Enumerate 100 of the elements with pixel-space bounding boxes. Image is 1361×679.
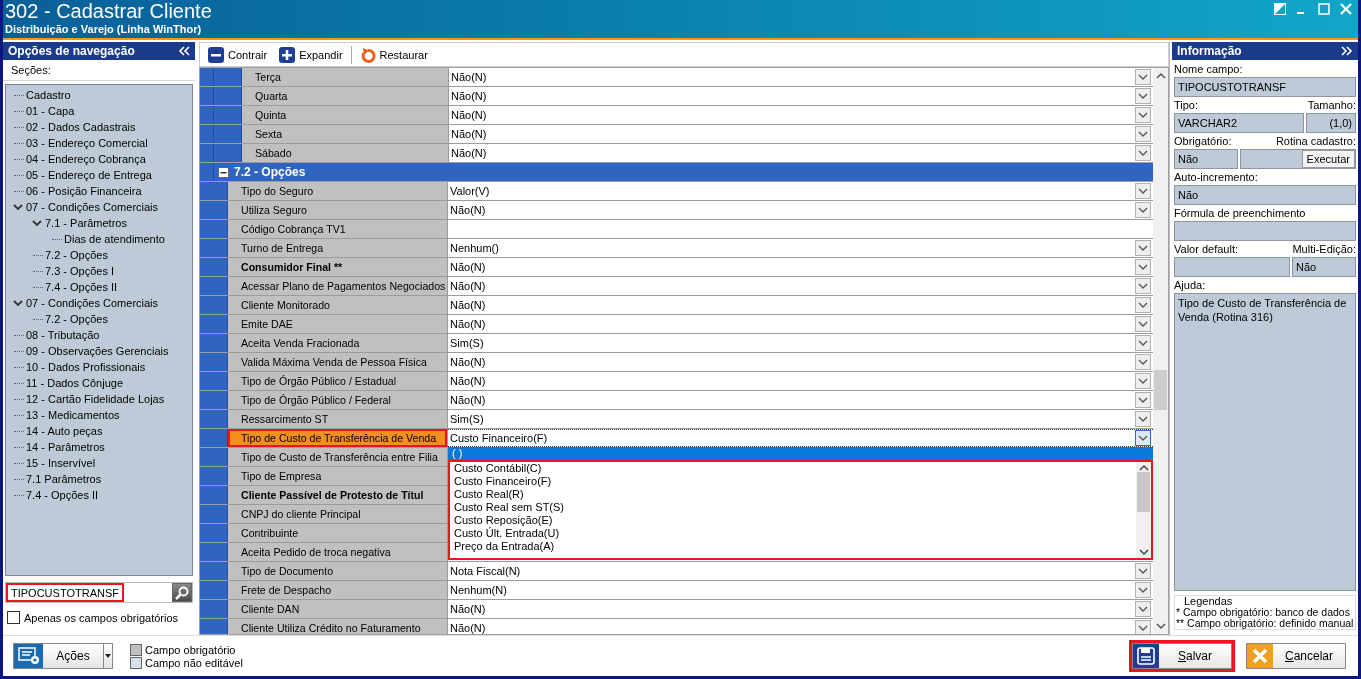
save-button[interactable]: Salvar (1132, 643, 1232, 669)
tree-item[interactable]: 03 - Endereço Comercial (26, 137, 148, 149)
property-label[interactable]: Sábado (242, 144, 448, 162)
tree-item[interactable]: 14 - Auto peças (26, 425, 103, 437)
tree-item[interactable]: 7.2 - Opções (45, 249, 108, 261)
scroll-up-icon[interactable] (1155, 72, 1166, 80)
tree-item[interactable]: 01 - Capa (26, 105, 75, 117)
dropdown-button[interactable] (1135, 620, 1151, 634)
property-value[interactable]: Sim(S) (450, 413, 484, 425)
toolbar-button[interactable]: Contrair (204, 46, 272, 63)
property-value[interactable]: Nota Fiscal(N) (450, 565, 521, 577)
actions-button[interactable]: Ações (13, 643, 113, 669)
property-value[interactable]: Nenhum() (450, 242, 499, 254)
cancel-button[interactable]: Cancelar (1246, 643, 1346, 669)
dropdown-option[interactable]: Custo Últ. Entrada(U) (450, 527, 1136, 540)
dropdown-option[interactable]: ( ) (448, 447, 1153, 460)
property-value[interactable]: Não(N) (450, 261, 486, 273)
property-value[interactable]: Não(N) (450, 318, 486, 330)
property-label[interactable]: Tipo do Seguro (228, 182, 447, 200)
dropdown-button[interactable] (1135, 202, 1151, 218)
dropdown-button[interactable] (1135, 145, 1151, 161)
dropdown-button[interactable] (1135, 582, 1151, 598)
property-label[interactable]: Aceita Pedido de troca negativa (228, 543, 447, 561)
property-value[interactable]: Não(N) (450, 394, 486, 406)
property-value[interactable]: Não(N) (451, 128, 487, 140)
property-value[interactable]: Sim(S) (450, 337, 484, 349)
tree-item[interactable]: 11 - Dados Cônjuge (26, 377, 124, 389)
dropdown-button[interactable] (1135, 316, 1151, 332)
property-value[interactable]: Nenhum(N) (450, 584, 507, 596)
property-label[interactable]: Cliente Passível de Protesto de Títul (228, 486, 447, 504)
tree-item[interactable]: 7.1 - Parâmetros (45, 217, 127, 229)
dropdown-button[interactable] (1135, 259, 1151, 275)
property-label[interactable]: CNPJ do cliente Principal (228, 505, 447, 523)
dropdown-option[interactable]: Custo Real(R) (450, 488, 1136, 501)
expand-chevron-icon[interactable] (12, 297, 24, 309)
tree-item[interactable]: 05 - Endereço de Entrega (26, 169, 152, 181)
tree-item[interactable]: 7.4 - Opções II (45, 281, 118, 293)
property-label[interactable]: Terça (242, 68, 448, 86)
property-label[interactable]: Tipo de Órgão Público / Federal (228, 391, 447, 409)
tree-item[interactable]: 13 - Medicamentos (26, 409, 120, 421)
toolbar-button[interactable]: Expandir (275, 46, 347, 63)
toolbar-button[interactable]: Restaurar (355, 46, 432, 63)
tree-item[interactable]: 02 - Dados Cadastrais (26, 121, 136, 133)
property-value[interactable]: Não(N) (451, 147, 487, 159)
dropdown-button[interactable] (1135, 430, 1151, 446)
property-value[interactable]: Não(N) (450, 299, 486, 311)
property-label[interactable]: Sexta (242, 125, 448, 143)
search-field[interactable]: TIPOCUSTOTRANSF (6, 583, 124, 602)
tree-item[interactable]: 12 - Cartão Fidelidade Lojas (26, 393, 165, 405)
property-value[interactable]: Não(N) (450, 356, 486, 368)
property-label[interactable]: Tipo de Custo de Transferência entre Filia (228, 448, 447, 466)
property-label[interactable]: Tipo de Custo de Transferência de Venda (228, 429, 447, 447)
scroll-thumb[interactable] (1137, 472, 1150, 512)
tree-item[interactable]: 08 - Tributação (26, 329, 100, 341)
tree-item[interactable]: 7.3 - Opções I (45, 265, 115, 277)
tree-item[interactable]: Dias de atendimento (64, 233, 165, 245)
property-label[interactable]: Aceita Venda Fracionada (228, 334, 447, 352)
property-label[interactable]: Ressarcimento ST (228, 410, 447, 428)
resize-icon[interactable] (1274, 3, 1286, 15)
tree-item[interactable]: 04 - Endereço Cobrança (26, 153, 146, 165)
property-label[interactable]: Cliente DAN (228, 600, 447, 618)
dropdown-option[interactable]: Custo Financeiro(F) (450, 475, 1136, 488)
checkbox[interactable] (7, 611, 20, 624)
tree-item[interactable]: 7.2 - Opções (45, 313, 108, 325)
tree-item[interactable]: 09 - Observações Gerenciais (26, 345, 169, 357)
property-value[interactable]: Não(N) (451, 109, 487, 121)
dropdown-button[interactable] (1135, 601, 1151, 617)
dropdown-button[interactable] (1135, 411, 1151, 427)
expand-chevron-icon[interactable] (12, 201, 24, 213)
tree-item[interactable]: 7.4 - Opções II (26, 489, 99, 501)
property-label[interactable]: Cliente Monitorado (228, 296, 447, 314)
dropdown-option[interactable]: Custo Real sem ST(S) (450, 501, 1136, 514)
property-label[interactable]: Tipo de Documento (228, 562, 447, 580)
tree-item[interactable]: 15 - Inservível (26, 457, 96, 469)
dropdown-button[interactable] (1135, 354, 1151, 370)
property-value[interactable]: Não(N) (450, 204, 486, 216)
property-value[interactable]: Não(N) (450, 622, 486, 634)
scroll-up-icon[interactable] (1138, 464, 1149, 472)
collapse-toggle-icon[interactable] (218, 166, 229, 178)
property-label[interactable]: Quarta (242, 87, 448, 105)
dropdown-option[interactable]: Preço da Entrada(A) (450, 540, 1136, 553)
dropdown-button[interactable] (1135, 373, 1151, 389)
tree-item[interactable]: 7.1 Parâmetros (26, 473, 102, 485)
scroll-thumb[interactable] (1154, 370, 1167, 410)
tree-item[interactable]: 14 - Parâmetros (26, 441, 105, 453)
property-label[interactable]: Consumidor Final ** (228, 258, 447, 276)
property-label[interactable]: Frete de Despacho (228, 581, 447, 599)
tree-item[interactable]: Cadastro (26, 89, 71, 101)
property-label[interactable]: Contribuinte (228, 524, 447, 542)
dropdown-button[interactable] (1135, 335, 1151, 351)
dropdown-option[interactable]: Custo Contábil(C) (450, 462, 1136, 475)
property-label[interactable]: Emite DAE (228, 315, 447, 333)
property-label[interactable]: Código Cobrança TV1 (228, 220, 447, 238)
close-icon[interactable] (1340, 3, 1352, 15)
dropdown-option[interactable]: Custo Reposição(E) (450, 514, 1136, 527)
property-value[interactable]: Não(N) (450, 280, 486, 292)
search-button[interactable] (172, 583, 192, 602)
dropdown-button[interactable] (1135, 126, 1151, 142)
property-value[interactable]: Não(N) (450, 603, 486, 615)
property-label[interactable]: Quinta (242, 106, 448, 124)
